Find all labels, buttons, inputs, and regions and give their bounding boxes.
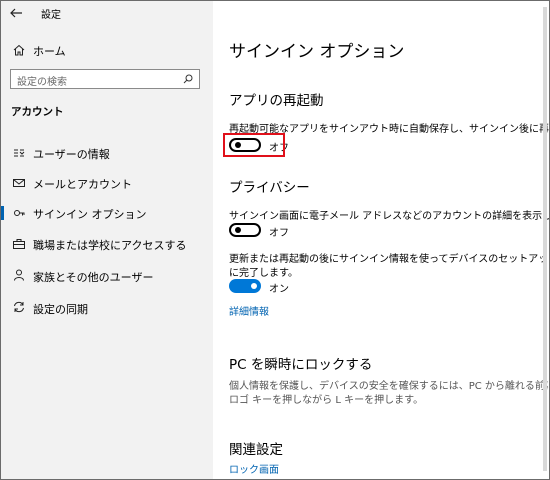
search-icon: [183, 74, 193, 84]
briefcase-icon: [13, 239, 25, 249]
privacy-toggle1-state: オフ: [269, 228, 289, 239]
related-settings-heading: 関連設定: [229, 442, 283, 458]
toggle-knob: [251, 283, 257, 289]
sidebar-item-home[interactable]: ホーム: [1, 39, 213, 65]
sidebar-home-label: ホーム: [33, 45, 66, 58]
show-account-details-toggle[interactable]: [229, 223, 261, 237]
key-icon: [14, 210, 25, 216]
settings-window: 設定 ホーム アカウント ユーザーの情報: [0, 0, 550, 480]
scrollbar[interactable]: [543, 7, 547, 471]
section-title: アカウント: [11, 106, 64, 118]
privacy-description-1: サインイン画面に電子メール アドレスなどのアカウントの詳細を表示します。: [229, 211, 550, 222]
lock-screen-link[interactable]: ロック画面: [229, 461, 279, 476]
main-content: サインイン オプション アプリの再起動 再起動可能なアプリをサインアウト時に自動…: [213, 1, 549, 479]
lock-description-line1: 個人情報を保護し、デバイスの安全を確保するには、PC から離れる前に、Windo…: [229, 381, 550, 392]
sidebar-item-label: 設定の同期: [33, 303, 88, 316]
privacy-heading: プライバシー: [229, 180, 310, 196]
sidebar-item-label: 家族とその他のユーザー: [33, 271, 154, 284]
sidebar-item-user-info[interactable]: ユーザーの情報: [1, 141, 213, 167]
page-title: サインイン オプション: [229, 42, 405, 62]
sidebar-item-sync[interactable]: 設定の同期: [1, 297, 213, 323]
sidebar-item-label: メールとアカウント: [33, 178, 132, 191]
sidebar-item-work-school[interactable]: 職場または学校にアクセスする: [1, 233, 213, 259]
lock-heading: PC を瞬時にロックする: [229, 357, 373, 373]
restart-heading: アプリの再起動: [229, 93, 324, 109]
toggle-knob: [235, 227, 241, 233]
search-input[interactable]: [11, 73, 177, 92]
sidebar-item-mail[interactable]: メールとアカウント: [1, 172, 213, 198]
privacy-description-2-line2: に完了します。: [229, 268, 298, 279]
privacy-description-2-line1: 更新または再起動の後にサインイン情報を使ってデバイスのセットアップを自動的: [229, 254, 549, 265]
sync-icon: [14, 301, 24, 313]
sidebar-item-label: ユーザーの情報: [33, 148, 110, 161]
sidebar-item-label: サインイン オプション: [33, 208, 147, 221]
user-info-icon: [14, 149, 25, 157]
person-icon: [14, 269, 24, 281]
auto-setup-toggle[interactable]: [229, 279, 261, 293]
highlight-box: [223, 133, 285, 157]
search-box[interactable]: [10, 69, 200, 92]
sidebar: 設定 ホーム アカウント ユーザーの情報: [1, 1, 213, 479]
more-info-link[interactable]: 詳細情報: [229, 303, 269, 318]
home-icon: [13, 44, 25, 56]
back-button[interactable]: [9, 5, 25, 19]
window-title: 設定: [41, 10, 61, 21]
back-arrow-icon: [10, 8, 22, 18]
lock-description-line2: ロゴ キーを押しながら L キーを押します。: [229, 395, 424, 406]
sidebar-item-label: 職場または学校にアクセスする: [33, 239, 187, 252]
sidebar-item-signin-options[interactable]: サインイン オプション: [1, 201, 213, 227]
sidebar-item-family[interactable]: 家族とその他のユーザー: [1, 265, 213, 291]
privacy-toggle2-state: オン: [269, 284, 289, 295]
mail-icon: [13, 179, 25, 187]
